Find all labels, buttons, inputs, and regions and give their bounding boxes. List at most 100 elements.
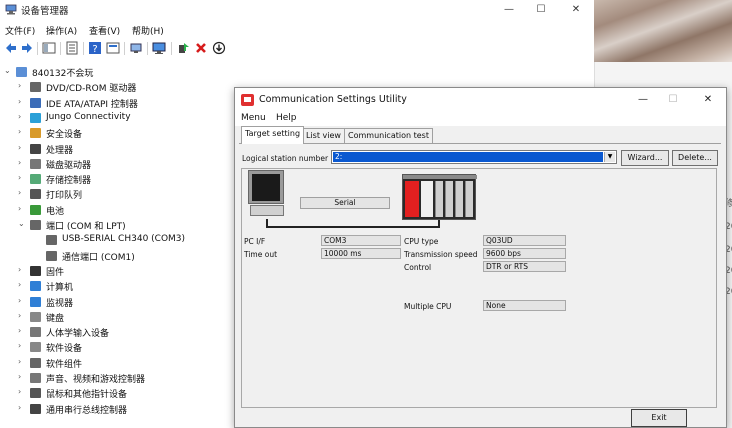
connection-line: [266, 226, 440, 228]
close-button[interactable]: ✕: [566, 2, 586, 18]
chevron-right-icon[interactable]: ›: [18, 311, 28, 320]
properties-icon[interactable]: [65, 41, 79, 55]
app-logo-icon: [241, 94, 254, 106]
toolbar-divider: [83, 42, 84, 55]
port-icon: [30, 220, 41, 230]
uninstall-x-icon[interactable]: [194, 41, 208, 55]
chevron-right-icon[interactable]: ›: [18, 387, 28, 396]
comm-titlebar: Communication Settings Utility — ☐ ✕: [235, 88, 726, 112]
tab-list-view[interactable]: List view: [302, 128, 345, 144]
tree-item-label: 人体学输入设备: [46, 329, 110, 340]
computer-monitor-icon: [30, 281, 41, 292]
help-icon[interactable]: ?: [88, 41, 102, 55]
timeout-value: 10000 ms: [321, 248, 401, 259]
close-button[interactable]: ✕: [700, 92, 716, 108]
maximize-button[interactable]: ☐: [531, 2, 551, 18]
tree-item-label: 计算机: [46, 283, 74, 294]
minimize-button[interactable]: —: [499, 2, 519, 18]
tree-item-label: 键盘: [46, 313, 65, 324]
chevron-right-icon[interactable]: ›: [18, 112, 28, 121]
control-value: DTR or RTS: [483, 261, 566, 272]
exit-button[interactable]: Exit: [631, 409, 687, 427]
battery-icon: [30, 204, 41, 215]
chevron-down-icon[interactable]: ⌄: [4, 66, 14, 75]
multiple-cpu-label: Multiple CPU: [404, 302, 452, 311]
control-label: Control: [404, 263, 432, 272]
serial-link-label: Serial: [300, 197, 390, 209]
chevron-right-icon[interactable]: ›: [18, 341, 28, 350]
firmware-icon: [30, 265, 41, 276]
tree-item-label: 电池: [46, 206, 65, 217]
transmission-speed-value: 9600 bps: [483, 248, 566, 259]
menu-help[interactable]: 帮助(H): [132, 24, 164, 37]
software-component-icon: [30, 357, 41, 368]
printer-icon: [30, 189, 41, 200]
tree-item-label: 声音、视频和游戏控制器: [46, 375, 146, 385]
svg-text:?: ?: [92, 44, 97, 55]
security-device-icon: [30, 128, 41, 139]
scan-hardware-icon[interactable]: [129, 41, 143, 55]
maximize-button[interactable]: ☐: [665, 92, 681, 108]
chevron-right-icon[interactable]: ›: [18, 280, 28, 289]
forward-arrow-icon[interactable]: [20, 41, 34, 55]
chevron-right-icon[interactable]: ›: [18, 127, 28, 136]
comm-title: Communication Settings Utility: [259, 94, 407, 105]
connection-panel: Serial PC I/F COM3 Time out 10000 ms CPU…: [241, 168, 717, 408]
chevron-right-icon[interactable]: ›: [18, 143, 28, 152]
show-hide-tree-icon[interactable]: [42, 41, 56, 55]
software-device-icon: [30, 342, 41, 353]
chevron-right-icon[interactable]: ›: [18, 326, 28, 335]
menu-view[interactable]: 查看(V): [89, 24, 120, 37]
port-icon: [46, 235, 57, 246]
pc-if-label: PC I/F: [244, 237, 266, 246]
wizard-button[interactable]: Wizard...: [621, 150, 669, 166]
tree-item-label: Jungo Connectivity: [46, 111, 131, 122]
dropdown-arrow-icon[interactable]: ▼: [604, 152, 615, 162]
chevron-right-icon[interactable]: ›: [18, 97, 28, 106]
tab-target-setting[interactable]: Target setting: [241, 126, 305, 144]
chevron-right-icon[interactable]: ›: [18, 188, 28, 197]
chevron-right-icon[interactable]: ›: [18, 372, 28, 381]
delete-button[interactable]: Delete...: [672, 150, 718, 166]
tree-item-label: 鼠标和其他指针设备: [46, 390, 128, 401]
timeout-label: Time out: [244, 250, 278, 259]
device-manager-title: 设备管理器: [21, 6, 69, 17]
comm-menubar: Menu Help: [235, 112, 726, 126]
update-driver-icon[interactable]: [176, 41, 190, 55]
download-circle-icon[interactable]: [212, 41, 226, 55]
chevron-down-icon[interactable]: ⌄: [18, 219, 28, 228]
menu-file[interactable]: 文件(F): [5, 24, 35, 37]
tree-item-label: 安全设备: [46, 130, 83, 141]
tree-item-label: 监视器: [46, 298, 74, 309]
chevron-right-icon[interactable]: ›: [18, 357, 28, 366]
back-arrow-icon[interactable]: [4, 41, 18, 55]
minimize-button[interactable]: —: [635, 92, 651, 108]
logical-station-select[interactable]: 2: ▼: [331, 150, 617, 164]
chevron-right-icon[interactable]: ›: [18, 403, 28, 412]
chevron-right-icon[interactable]: ›: [18, 173, 28, 182]
mouse-icon: [30, 388, 41, 399]
menu-action[interactable]: 操作(A): [46, 24, 77, 37]
desktop-wallpaper: [594, 0, 732, 62]
chevron-right-icon[interactable]: ›: [18, 204, 28, 213]
toolbar-divider: [37, 42, 38, 55]
menu-menu[interactable]: Menu: [241, 113, 266, 123]
tab-communication-test[interactable]: Communication test: [344, 128, 433, 144]
tree-item-label: DVD/CD-ROM 驱动器: [46, 84, 137, 95]
view-icon[interactable]: [106, 41, 120, 55]
transmission-speed-label: Transmission speed: [404, 250, 478, 259]
chevron-right-icon[interactable]: ›: [18, 81, 28, 90]
port-icon: [46, 250, 57, 261]
dvd-drive-icon: [30, 82, 41, 93]
chevron-right-icon[interactable]: ›: [18, 158, 28, 167]
monitor-icon[interactable]: [152, 41, 166, 55]
tab-underline: [239, 143, 721, 144]
tree-item-label: 软件设备: [46, 344, 83, 355]
tree-item-label: 通用串行总线控制器: [46, 405, 128, 416]
chevron-right-icon[interactable]: ›: [18, 296, 28, 305]
logical-station-value: 2:: [333, 152, 603, 162]
chevron-right-icon[interactable]: ›: [18, 265, 28, 274]
plc-rack-icon: [402, 174, 477, 220]
menu-help[interactable]: Help: [276, 113, 297, 123]
tree-item-label: 软件组件: [46, 359, 83, 370]
